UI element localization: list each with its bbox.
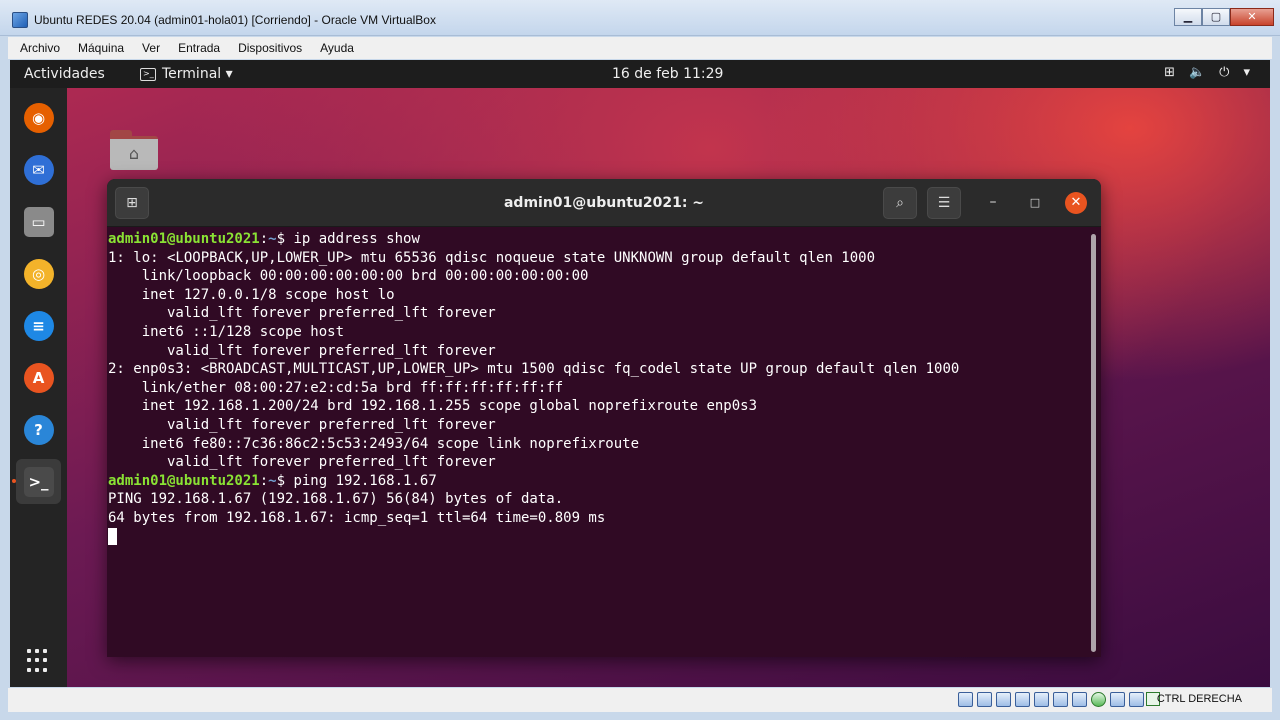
prompt-path: ~ [268,231,277,247]
search-button[interactable]: ⌕ [883,187,917,219]
virtualbox-window: Ubuntu REDES 20.04 (admin01-hola01) [Cor… [0,0,1280,720]
system-tray[interactable]: ⊞ 🔈 ⏻ ▾ [1164,65,1250,80]
output-line: 64 bytes from 192.168.1.67: icmp_seq=1 t… [108,509,606,526]
terminal-window[interactable]: ⊞ admin01@ubuntu2021: ~ ⌕ ☰ – □ ✕ admin0… [107,179,1101,657]
libreoffice-writer-icon: ≡ [23,310,54,341]
mouse-integration-icon[interactable] [1129,692,1144,707]
menu-archivo[interactable]: Archivo [14,41,66,55]
output-line: 2: enp0s3: <BROADCAST,MULTICAST,UP,LOWER… [108,361,960,378]
output-line: link/ether 08:00:27:e2:cd:5a brd ff:ff:f… [108,379,564,396]
dock-item-software-center[interactable]: A [16,355,61,400]
terminal-headerbar[interactable]: ⊞ admin01@ubuntu2021: ~ ⌕ ☰ – □ ✕ [107,179,1101,227]
thunderbird-icon: ✉ [23,154,54,185]
menu-ver[interactable]: Ver [136,41,166,55]
prompt-user: admin01@ubuntu2021 [108,231,260,247]
output-line: 1: lo: <LOOPBACK,UP,LOWER_UP> mtu 65536 … [108,249,876,266]
firefox-icon: ◉ [23,102,54,133]
terminal-output[interactable]: admin01@ubuntu2021:~$ ip address show 1: … [107,228,1101,657]
ubuntu-desktop[interactable]: ⌂ ⊞ admin01@ubuntu2021: ~ ⌕ ☰ – □ ✕ admi… [10,88,1270,687]
dock-item-firefox[interactable]: ◉ [16,95,61,140]
output-line: valid_lft forever preferred_lft forever [108,416,496,433]
output-line: link/loopback 00:00:00:00:00:00 brd 00:0… [108,268,589,285]
network-icon[interactable]: ⊞ [1164,65,1175,80]
window-controls: ▁ ▢ ✕ [1174,8,1274,26]
hamburger-menu-button[interactable]: ☰ [927,187,961,219]
running-indicator [12,479,16,483]
vm-display[interactable]: Actividades >_ Terminal ▾ 16 de feb 11:2… [10,60,1270,687]
close-button[interactable]: ✕ [1230,8,1274,26]
output-line: inet 192.168.1.200/24 brd 192.168.1.255 … [108,398,758,415]
prompt-symbol: $ [276,231,294,247]
optical-drive-icon[interactable] [977,692,992,707]
device-icons [958,692,1144,707]
minimize-button[interactable]: ▁ [1174,8,1202,26]
dock-item-terminal[interactable]: >_ [12,459,61,504]
help-icon: ? [23,414,54,445]
menu-entrada[interactable]: Entrada [172,41,226,55]
shared-folder-icon[interactable] [1053,692,1068,707]
virtualbox-window-title: Ubuntu REDES 20.04 (admin01-hola01) [Cor… [34,13,436,27]
virtualbox-statusbar: CTRL DERECHA [8,688,1272,712]
ubuntu-dock: ◉ ✉ ▭ ◎ ≡ A? >_ [10,88,67,687]
output-line: valid_lft forever preferred_lft forever [108,305,496,322]
host-key-label: CTRL DERECHA [1156,693,1242,705]
usb-icon[interactable] [1034,692,1049,707]
output-line: valid_lft forever preferred_lft forever [108,454,496,471]
terminal-minimize-button[interactable]: – [983,193,1003,213]
prompt-line: admin01@ubuntu2021:~$ ip address show [108,230,1101,249]
home-icon: ⌂ [110,136,158,170]
virtualbox-menubar: Archivo Máquina Ver Entrada Dispositivos… [8,37,1272,59]
dock-item-thunderbird[interactable]: ✉ [16,147,61,192]
cpu-icon[interactable] [1110,692,1125,707]
audio-icon[interactable] [996,692,1011,707]
menu-ayuda[interactable]: Ayuda [314,41,360,55]
app-menu[interactable]: >_ Terminal ▾ [140,66,233,82]
power-icon[interactable]: ⏻ [1219,65,1229,80]
terminal-app-icon: >_ [140,67,156,81]
virtualbox-titlebar[interactable]: Ubuntu REDES 20.04 (admin01-hola01) [Cor… [0,0,1280,36]
output-line: inet 127.0.0.1/8 scope host lo [108,286,395,303]
menu-maquina[interactable]: Máquina [72,41,130,55]
hard-disk-icon[interactable] [958,692,973,707]
recording-icon[interactable] [1091,692,1106,707]
terminal-scrollbar[interactable] [1091,234,1096,652]
show-applications-icon[interactable] [27,649,51,673]
menu-dispositivos[interactable]: Dispositivos [232,41,308,55]
clock[interactable]: 16 de feb 11:29 [612,66,723,82]
dock-item-rhythmbox[interactable]: ◎ [16,251,61,296]
home-folder-icon[interactable]: ⌂ [110,130,158,170]
output-line: inet6 ::1/128 scope host [108,323,345,340]
prompt-separator: : [259,472,269,489]
prompt-separator: : [259,231,269,247]
virtualbox-app-icon [12,12,28,28]
maximize-button[interactable]: ▢ [1202,8,1230,26]
output-line: inet6 fe80::7c36:86c2:5c53:2493/64 scope… [108,435,640,452]
display-icon[interactable] [1072,692,1087,707]
volume-icon[interactable]: 🔈 [1189,65,1205,80]
terminal-close-button[interactable]: ✕ [1065,192,1087,214]
command-text: ping 192.168.1.67 [293,472,437,489]
activities-button[interactable]: Actividades [24,66,105,82]
prompt-line: admin01@ubuntu2021:~$ ping 192.168.1.67 [108,472,1101,491]
software-center-icon: A [23,362,54,393]
dock-item-libreoffice-writer[interactable]: ≡ [16,303,61,348]
output-line: PING 192.168.1.67 (192.168.1.67) 56(84) … [108,491,564,508]
prompt-symbol: $ [276,472,294,489]
dock-item-files[interactable]: ▭ [16,199,61,244]
dock-item-help[interactable]: ? [16,407,61,452]
text-cursor [108,527,117,545]
cursor-line [108,527,1101,547]
prompt-path: ~ [268,472,277,489]
command-text: ip address show [293,231,420,247]
network-icon[interactable] [1015,692,1030,707]
ubuntu-top-bar: Actividades >_ Terminal ▾ 16 de feb 11:2… [10,60,1270,88]
files-icon: ▭ [23,206,54,237]
output-line: valid_lft forever preferred_lft forever [108,342,496,359]
app-menu-label: Terminal ▾ [162,66,233,82]
terminal-icon: >_ [23,466,54,497]
terminal-maximize-button[interactable]: □ [1025,193,1045,213]
chevron-down-icon[interactable]: ▾ [1243,65,1250,80]
rhythmbox-icon: ◎ [23,258,54,289]
prompt-user: admin01@ubuntu2021 [108,472,260,489]
